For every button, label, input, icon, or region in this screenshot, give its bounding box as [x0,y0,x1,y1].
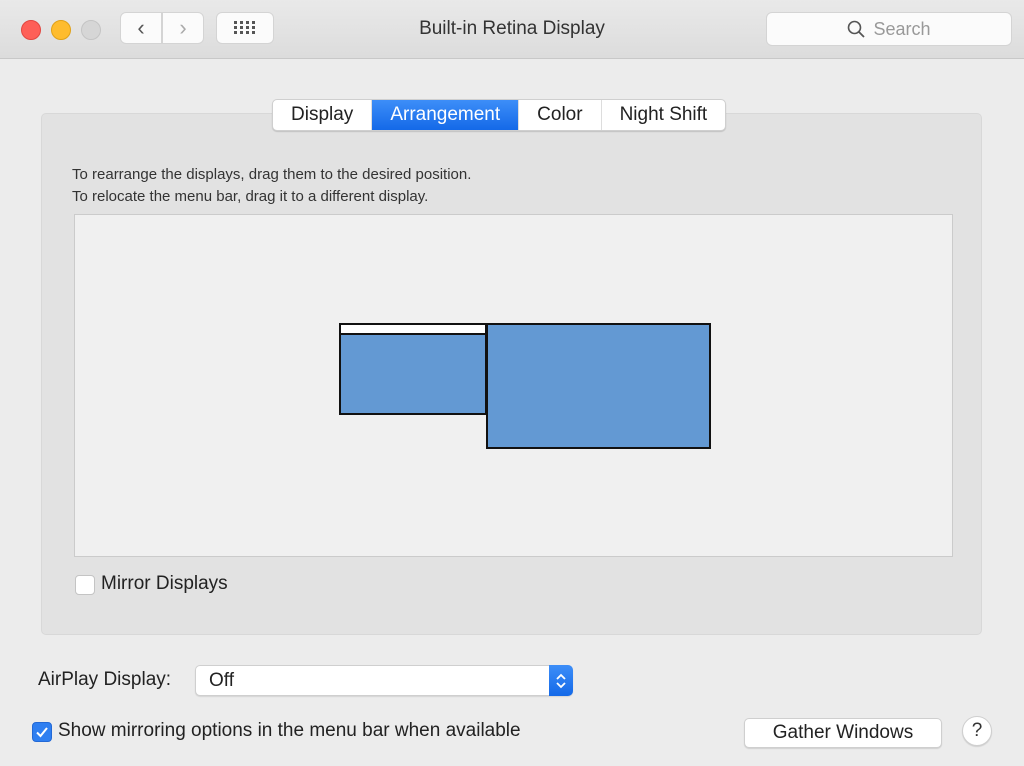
tab-bar: Display Arrangement Color Night Shift [272,99,727,131]
show-mirroring-label: Show mirroring options in the menu bar w… [58,720,521,741]
updown-chevron-icon [549,665,573,696]
checkmark-icon [36,727,48,738]
tab-arrangement[interactable]: Arrangement [372,100,520,130]
mirror-displays-checkbox[interactable] [75,575,95,595]
airplay-display-value: Off [209,670,234,691]
mirror-displays-label: Mirror Displays [101,573,228,594]
instructions: To rearrange the displays, drag them to … [72,164,471,208]
display-2[interactable] [486,323,711,449]
help-button[interactable]: ? [962,716,992,746]
menu-bar-handle[interactable] [341,325,485,335]
display-arrangement-area [74,214,953,557]
display-1[interactable] [339,323,487,415]
search-field[interactable]: Search [766,12,1012,46]
show-mirroring-checkbox[interactable] [32,722,52,742]
title-bar: ‹ › Built-in Retina Display Search [0,0,1024,59]
tab-display[interactable]: Display [273,100,373,130]
gather-windows-button[interactable]: Gather Windows [744,718,942,748]
airplay-display-label: AirPlay Display: [38,669,172,690]
instruction-line-1: To rearrange the displays, drag them to … [72,166,472,183]
tab-night-shift[interactable]: Night Shift [602,100,726,130]
tab-color[interactable]: Color [519,100,602,130]
instruction-line-2: To relocate the menu bar, drag it to a d… [72,188,429,205]
search-placeholder: Search [873,18,931,39]
airplay-display-select[interactable]: Off [195,665,573,696]
search-icon [848,20,866,38]
